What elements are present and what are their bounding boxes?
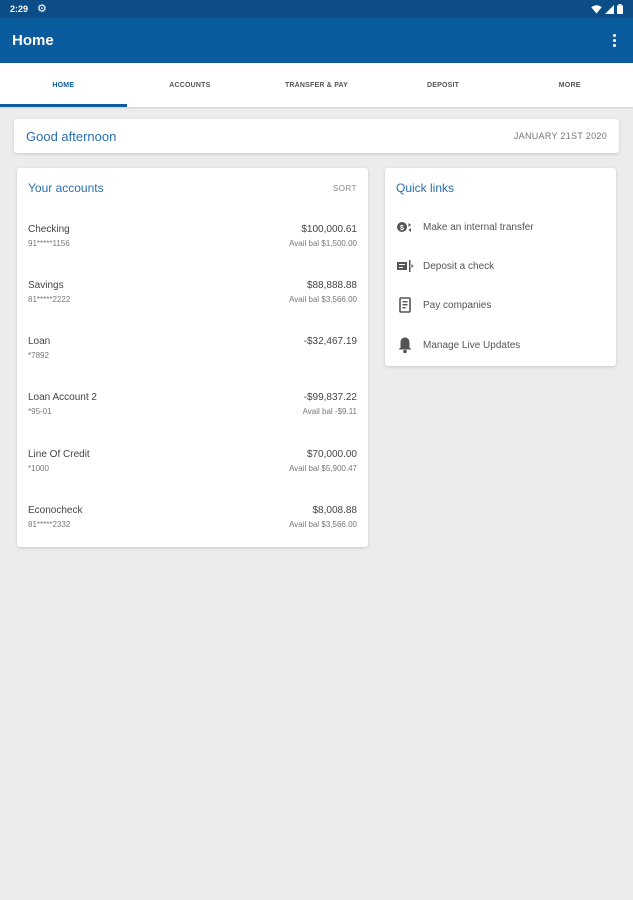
quick-link-label: Make an internal transfer bbox=[423, 221, 534, 233]
tab-label: ACCOUNTS bbox=[169, 81, 211, 89]
app-bar: Home bbox=[0, 18, 633, 63]
account-number: 81*****2222 bbox=[28, 295, 71, 304]
transfer-icon: $ bbox=[396, 218, 414, 236]
bell-icon bbox=[396, 336, 414, 354]
account-row-checking[interactable]: Checking 91*****1156 $100,000.61 Avail b… bbox=[28, 224, 357, 256]
tab-more[interactable]: MORE bbox=[506, 63, 633, 107]
date-label: JANUARY 21ST 2020 bbox=[513, 131, 607, 141]
account-name: Line Of Credit bbox=[28, 449, 90, 460]
accounts-card: Your accounts SORT Checking 91*****1156 … bbox=[17, 168, 368, 547]
tab-label: TRANSFER & PAY bbox=[284, 81, 349, 89]
wifi-icon bbox=[591, 4, 602, 13]
quick-link-label: Deposit a check bbox=[423, 260, 495, 272]
status-bar: 2:29 ⚙ bbox=[0, 0, 633, 18]
page-title: Home bbox=[12, 32, 54, 49]
tab-home[interactable]: HOME bbox=[0, 63, 127, 107]
account-name: Econocheck bbox=[28, 505, 83, 516]
account-number: *1000 bbox=[28, 464, 49, 473]
tab-deposit[interactable]: DEPOSIT bbox=[380, 63, 507, 107]
greeting-text: Good afternoon bbox=[26, 128, 117, 144]
svg-text:$: $ bbox=[400, 225, 404, 232]
account-balance: $100,000.61 bbox=[301, 224, 357, 235]
account-row-loan-account-2[interactable]: Loan Account 2 *95-01 -$99,837.22 Avail … bbox=[28, 392, 357, 424]
account-number: 91*****1156 bbox=[28, 239, 70, 248]
bill-pay-icon bbox=[396, 296, 414, 314]
account-number: *95-01 bbox=[28, 407, 52, 416]
battery-icon bbox=[617, 4, 623, 14]
available-balance: Avail bal -$9.11 bbox=[302, 407, 357, 416]
account-name: Checking bbox=[28, 224, 70, 235]
greeting-card: Good afternoon JANUARY 21ST 2020 bbox=[14, 119, 619, 153]
available-balance: Avail bal $3,566.00 bbox=[289, 295, 357, 304]
sort-button[interactable]: SORT bbox=[333, 184, 357, 193]
account-row-loan[interactable]: Loan *7892 -$32,467.19 bbox=[28, 336, 357, 368]
status-time: 2:29 bbox=[10, 4, 29, 14]
accounts-title: Your accounts bbox=[28, 181, 104, 195]
account-name: Loan bbox=[28, 336, 51, 347]
account-balance: $8,008.88 bbox=[312, 505, 358, 516]
check-deposit-icon bbox=[396, 257, 414, 275]
status-icons bbox=[591, 4, 623, 14]
account-balance: $70,000.00 bbox=[306, 449, 357, 460]
available-balance: Avail bal $5,900.47 bbox=[289, 464, 357, 473]
quick-link-internal-transfer[interactable]: $ Make an internal transfer bbox=[396, 216, 605, 238]
available-balance: Avail bal $1,500.00 bbox=[289, 239, 357, 248]
account-row-line-of-credit[interactable]: Line Of Credit *1000 $70,000.00 Avail ba… bbox=[28, 449, 357, 481]
quick-link-deposit-check[interactable]: Deposit a check bbox=[396, 255, 605, 277]
quick-link-pay-companies[interactable]: Pay companies bbox=[396, 294, 605, 316]
tab-label: MORE bbox=[558, 81, 581, 89]
tab-accounts[interactable]: ACCOUNTS bbox=[127, 63, 254, 107]
account-row-econocheck[interactable]: Econocheck 81*****2332 $8,008.88 Avail b… bbox=[28, 505, 357, 537]
tab-transfer-pay[interactable]: TRANSFER & PAY bbox=[253, 63, 380, 107]
settings-gear-icon: ⚙ bbox=[37, 2, 47, 15]
quick-links-card: Quick links $ Make an internal transfer … bbox=[385, 168, 616, 366]
quick-links-title: Quick links bbox=[396, 181, 455, 195]
account-number: *7892 bbox=[28, 351, 49, 360]
account-balance: -$32,467.19 bbox=[303, 336, 357, 347]
account-name: Loan Account 2 bbox=[28, 392, 97, 403]
quick-link-manage-live-updates[interactable]: Manage Live Updates bbox=[396, 334, 605, 356]
tab-label: HOME bbox=[52, 81, 75, 89]
tab-bar: HOME ACCOUNTS TRANSFER & PAY DEPOSIT MOR… bbox=[0, 63, 633, 107]
account-balance: $88,888.88 bbox=[306, 280, 357, 291]
signal-icon bbox=[605, 4, 614, 14]
account-balance: -$99,837.22 bbox=[303, 392, 357, 403]
quick-link-label: Pay companies bbox=[423, 299, 492, 311]
tab-label: DEPOSIT bbox=[427, 81, 460, 89]
account-name: Savings bbox=[28, 280, 64, 291]
overflow-menu-icon[interactable] bbox=[607, 31, 621, 51]
available-balance: Avail bal $3,566.00 bbox=[289, 520, 357, 529]
quick-link-label: Manage Live Updates bbox=[423, 339, 521, 351]
account-number: 81*****2332 bbox=[28, 520, 71, 529]
account-row-savings[interactable]: Savings 81*****2222 $88,888.88 Avail bal… bbox=[28, 280, 357, 312]
